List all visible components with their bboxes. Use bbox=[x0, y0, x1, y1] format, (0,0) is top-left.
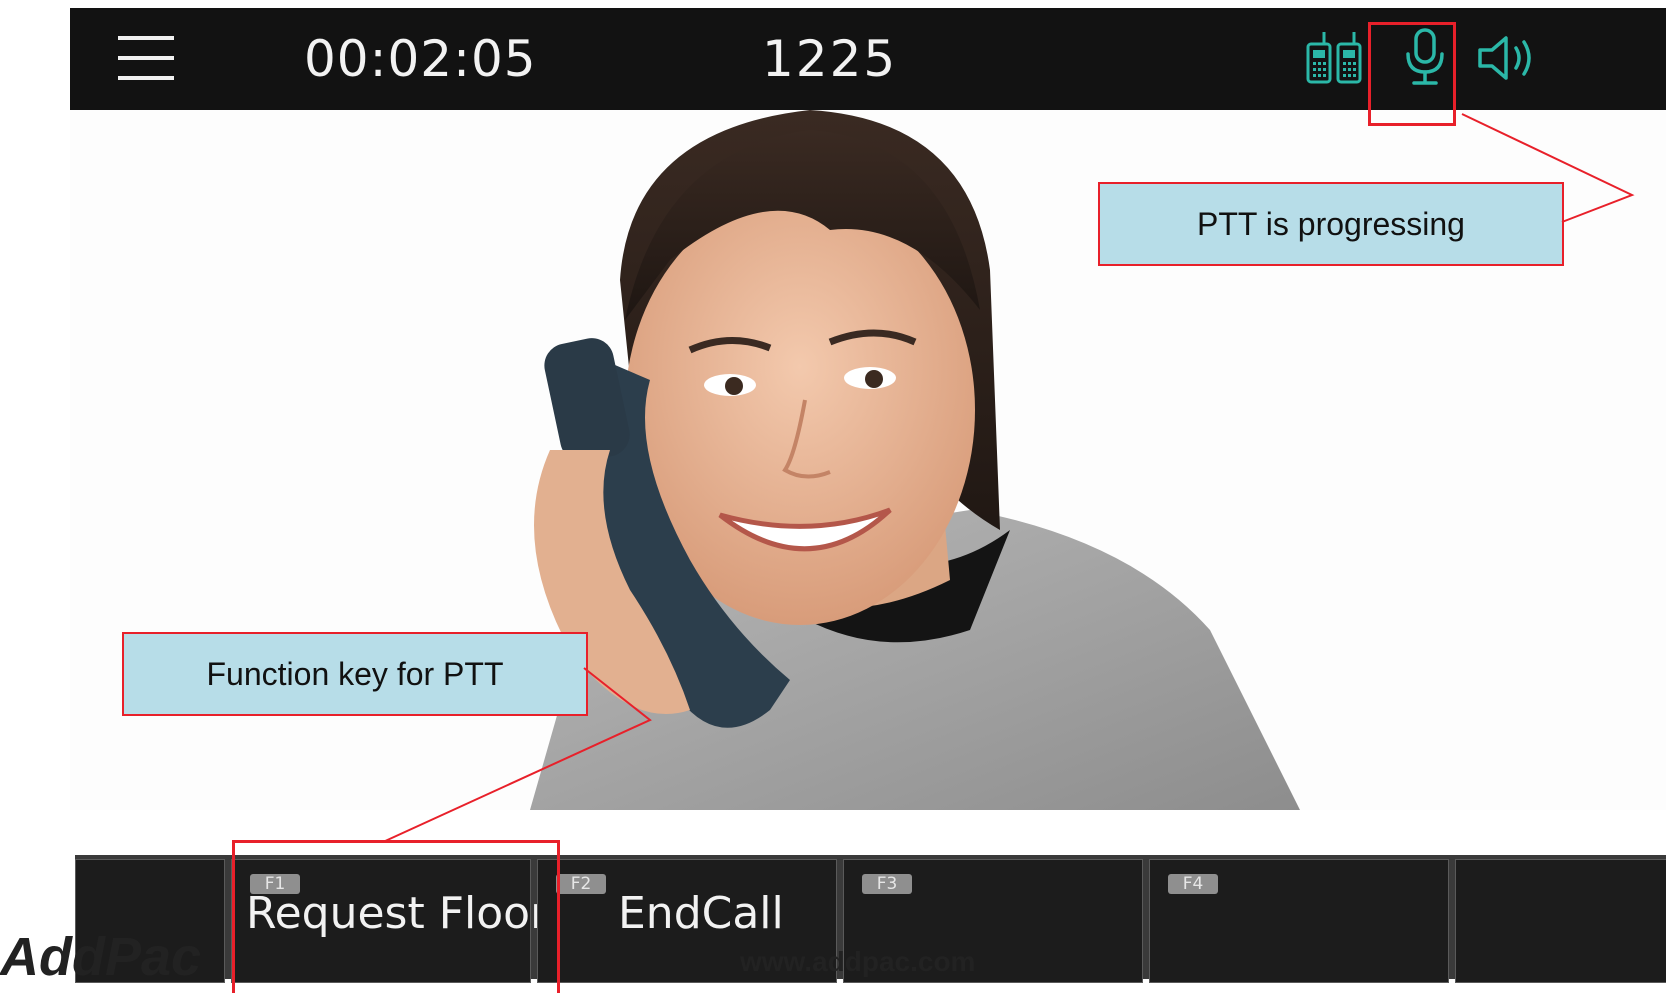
function-key-callout: Function key for PTT bbox=[122, 632, 588, 716]
f2-badge: F2 bbox=[556, 874, 606, 894]
menu-icon[interactable] bbox=[118, 34, 174, 84]
call-number: 1225 bbox=[762, 30, 898, 88]
ptt-status-callout: PTT is progressing bbox=[1098, 182, 1564, 266]
walkie-talkie-icon[interactable] bbox=[1304, 26, 1366, 88]
f4-badge: F4 bbox=[1168, 874, 1218, 894]
softkey-f4[interactable]: F4 bbox=[1149, 859, 1449, 983]
end-call-label: EndCall bbox=[618, 888, 784, 939]
softkey-blank-right[interactable] bbox=[1455, 859, 1666, 983]
call-timer: 00:02:05 bbox=[304, 30, 537, 88]
speaker-icon[interactable] bbox=[1474, 26, 1544, 90]
footer-url: www.addpac.com bbox=[740, 946, 976, 977]
f1-key-highlight bbox=[232, 840, 560, 993]
ptt-icon-highlight bbox=[1368, 22, 1456, 126]
f3-badge: F3 bbox=[862, 874, 912, 894]
